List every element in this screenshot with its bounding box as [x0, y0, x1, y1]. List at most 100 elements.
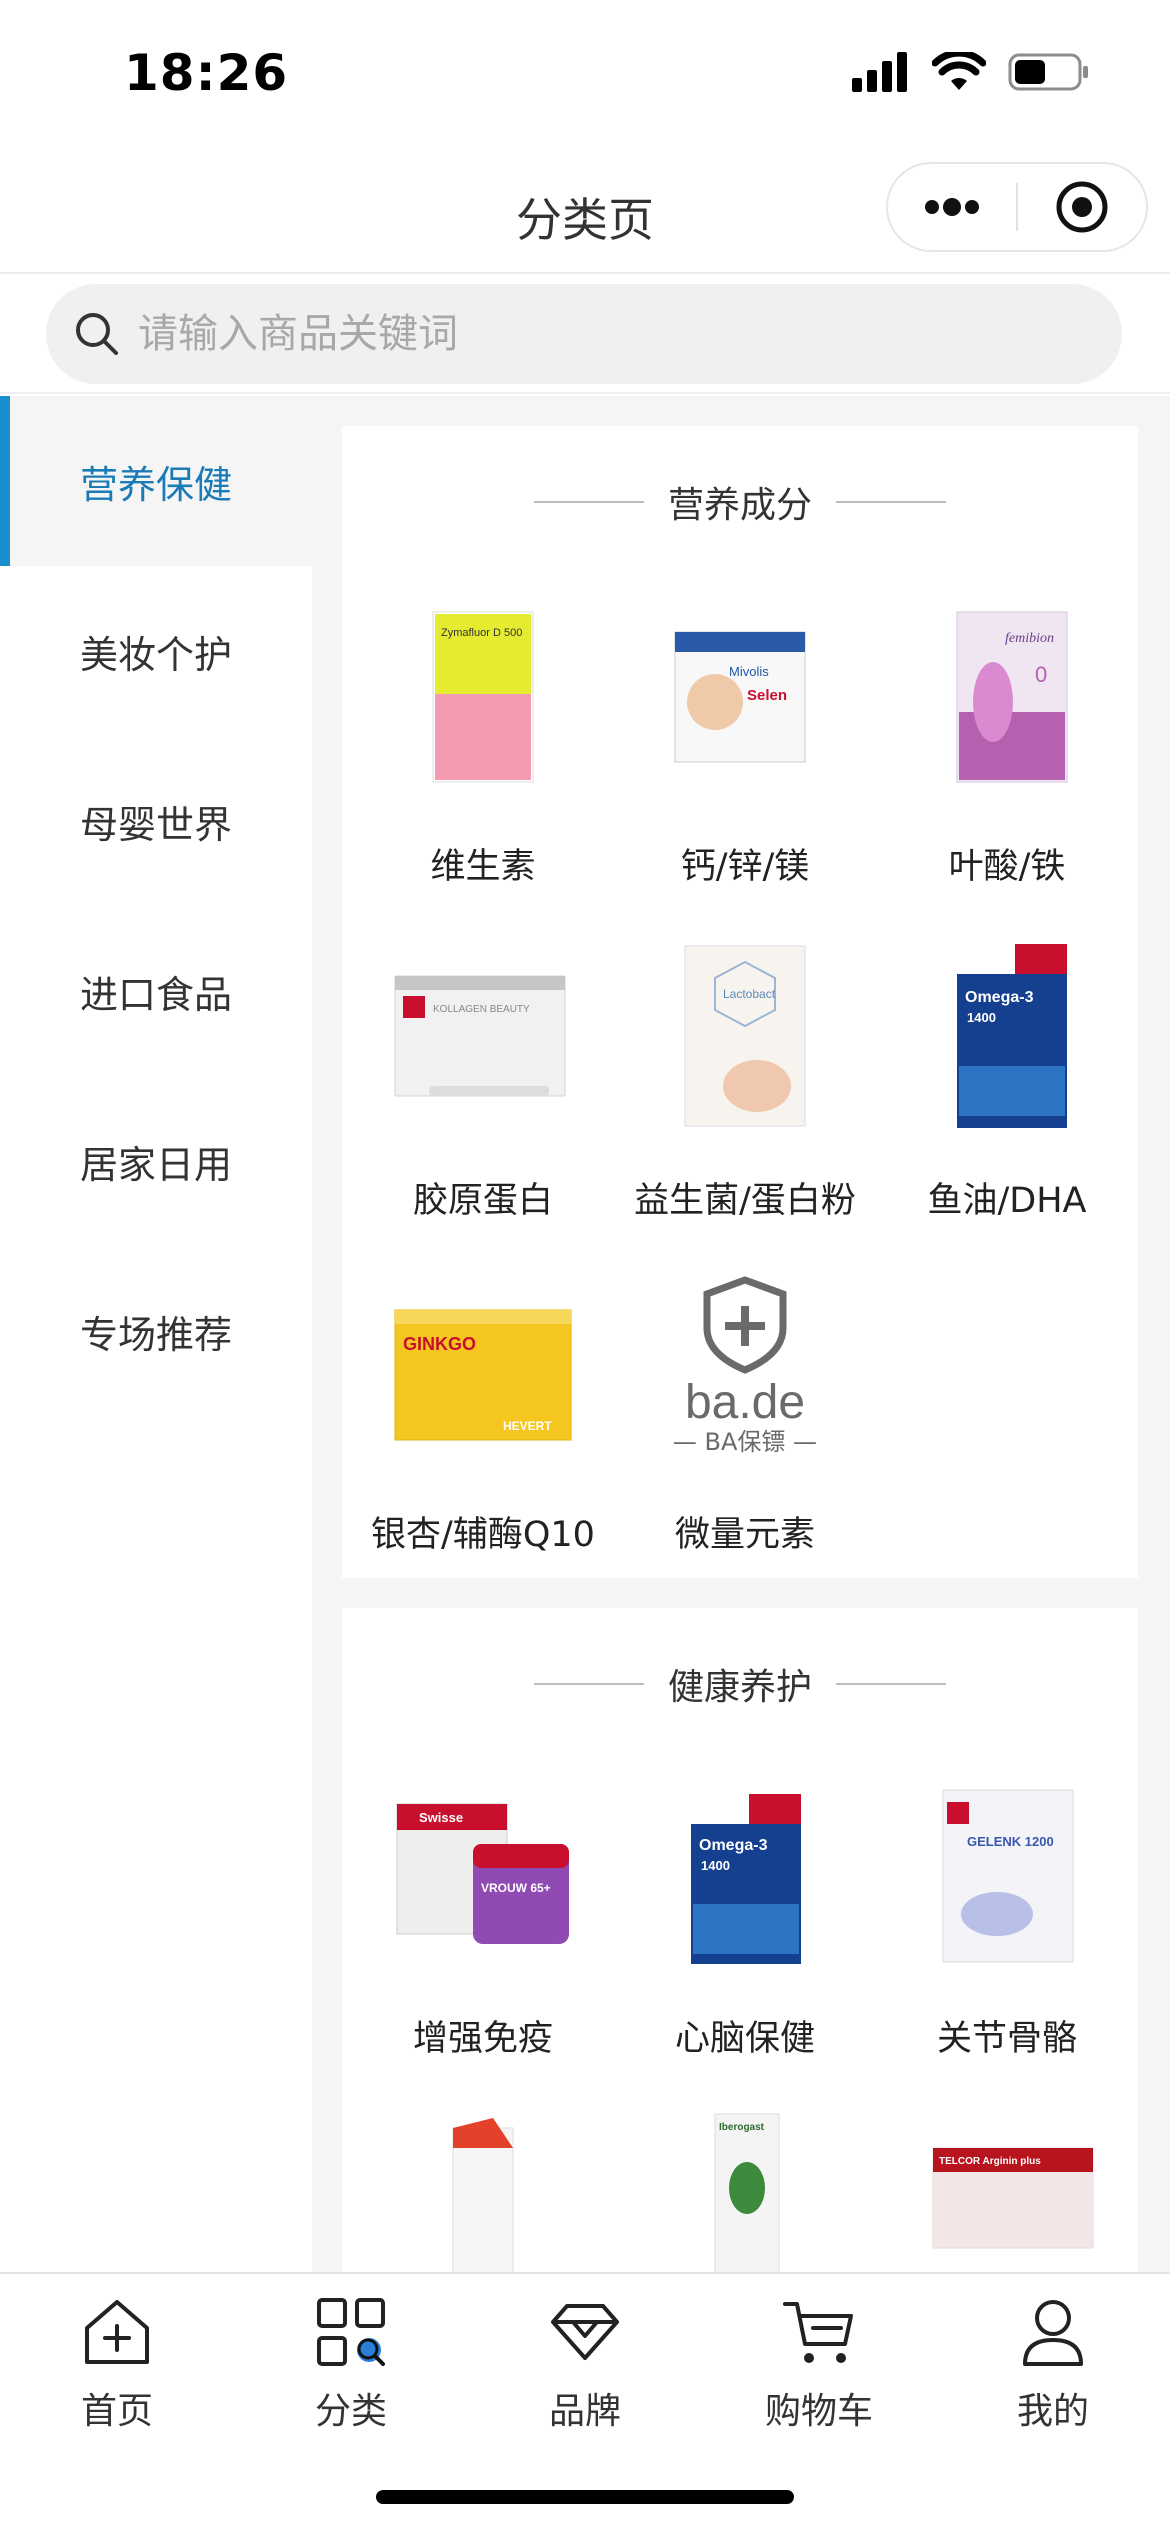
- category-label: 益生菌/蛋白粉: [634, 1181, 856, 1221]
- battery-icon: [1008, 53, 1088, 91]
- category-tile-trace-elements[interactable]: ba.de — BA保镖 — 微量元素: [614, 1270, 876, 1600]
- sidebar-item-beauty[interactable]: 美妆个护: [0, 566, 312, 736]
- product-brand-text: TELCOR Arginin plus: [939, 2156, 1041, 2167]
- sidebar-item-label: 居家日用: [79, 1142, 232, 1187]
- product-image: TELCOR Arginin plus: [932, 2147, 1094, 2249]
- product-brand-text: Omega-3: [699, 1837, 768, 1854]
- product-image: [452, 2118, 514, 2276]
- close-mini-program-button[interactable]: [1018, 164, 1146, 250]
- category-tile-folic-iron[interactable]: femibion 0 叶酸/铁: [876, 602, 1138, 932]
- sidebar-item-imported-food[interactable]: 进口食品: [0, 906, 312, 1076]
- product-sub-text: 1400: [967, 1010, 996, 1025]
- target-close-icon: [1056, 181, 1108, 233]
- logo-subtext: — BA保镖 —: [673, 1428, 817, 1456]
- tab-cart[interactable]: 购物车: [702, 2284, 936, 2454]
- product-brand-text: Swisse: [419, 1810, 463, 1825]
- product-sub-text: 1400: [701, 1858, 730, 1873]
- search-box[interactable]: [46, 284, 1122, 384]
- tab-label: 分类: [314, 2391, 387, 2432]
- joint-product-image: GELENK 1200: [942, 1789, 1074, 1963]
- product-brand-text: KOLLAGEN BEAUTY: [433, 1004, 530, 1015]
- category-sidebar: 营养保健 美妆个护 母婴世界 进口食品 居家日用 专场推荐: [0, 396, 312, 2276]
- search-input[interactable]: [138, 311, 1038, 357]
- product-brand-text: Mivolis: [729, 664, 769, 679]
- wifi-icon: [932, 52, 986, 90]
- mini-program-capsule: [886, 162, 1148, 252]
- product-brand-text: femibion: [1005, 631, 1054, 646]
- product-sub-text: HEVERT: [503, 1419, 552, 1433]
- category-tile-collagen[interactable]: KOLLAGEN BEAUTY 胶原蛋白: [352, 936, 614, 1266]
- tab-category[interactable]: 分类: [234, 2284, 468, 2454]
- tab-label: 品牌: [548, 2391, 621, 2432]
- placeholder-logo-image: ba.de — BA保镖 —: [673, 1276, 817, 1456]
- sidebar-item-label: 营养保健: [79, 462, 232, 507]
- status-time: 18:26: [124, 44, 289, 102]
- product-brand-text: Zymafluor D 500: [441, 627, 522, 639]
- category-tile-ginkgo-q10[interactable]: GINKGO HEVERT 银杏/辅酶Q10: [352, 1270, 614, 1600]
- product-sub-text: VROUW 65+: [481, 1881, 551, 1895]
- cardio-product-image: Omega-3 1400: [691, 1794, 801, 1964]
- category-label: 维生素: [430, 847, 536, 887]
- tab-home[interactable]: 首页: [0, 2284, 234, 2454]
- category-tile-partial-3[interactable]: TELCOR Arginin plus: [876, 2108, 1138, 2276]
- ginkgo-product-image: GINKGO HEVERT: [394, 1309, 572, 1441]
- sidebar-item-special[interactable]: 专场推荐: [0, 1246, 312, 1416]
- status-bar: 18:26: [0, 0, 1170, 150]
- sidebar-item-mother-baby[interactable]: 母婴世界: [0, 736, 312, 906]
- category-label: 胶原蛋白: [412, 1181, 553, 1221]
- category-label: 心脑保健: [674, 2019, 815, 2059]
- category-tile-probiotics[interactable]: Lactobact 益生菌/蛋白粉: [614, 936, 876, 1266]
- category-tile-cardio[interactable]: Omega-3 1400 心脑保健: [614, 1774, 876, 2104]
- product-brand-text: GELENK 1200: [967, 1834, 1054, 1849]
- category-tile-joints[interactable]: GELENK 1200 关节骨骼: [876, 1774, 1138, 2104]
- tab-profile[interactable]: 我的: [936, 2284, 1170, 2454]
- category-tile-immunity[interactable]: Swisse VROUW 65+ 增强免疫: [352, 1774, 614, 2104]
- product-brand-text: Lactobact: [723, 987, 776, 1001]
- category-tile-partial-1[interactable]: [352, 2108, 614, 2276]
- category-label: 微量元素: [674, 1515, 815, 1555]
- cart-icon: [783, 2302, 853, 2363]
- search-icon: [76, 313, 118, 355]
- mineral-product-image: Mivolis Selen: [674, 631, 806, 763]
- sidebar-item-label: 进口食品: [79, 972, 232, 1017]
- category-label: 叶酸/铁: [948, 847, 1066, 887]
- category-label: 钙/锌/镁: [680, 847, 810, 887]
- fish-oil-product-image: Omega-3 1400: [957, 944, 1067, 1128]
- home-icon: [85, 2300, 149, 2364]
- sidebar-item-household[interactable]: 居家日用: [0, 1076, 312, 1246]
- section-title: 营养成分: [667, 485, 812, 526]
- tab-brand[interactable]: 品牌: [468, 2284, 702, 2454]
- category-tile-minerals[interactable]: Mivolis Selen 钙/锌/镁: [614, 602, 876, 932]
- logo-text: ba.de: [685, 1376, 805, 1429]
- category-label: 增强免疫: [412, 2019, 553, 2059]
- immunity-product-image: Swisse VROUW 65+: [396, 1803, 569, 1944]
- divider: [836, 501, 946, 503]
- sidebar-item-nutrition[interactable]: 营养保健: [0, 396, 312, 566]
- category-tile-vitamins[interactable]: Zymafluor D 500 维生素: [352, 602, 614, 932]
- tab-label: 购物车: [764, 2391, 873, 2432]
- section-title: 健康养护: [667, 1667, 812, 1708]
- section-health-care: 健康养护 Swisse VROUW 65+ 增强免疫 Omega-3 1400 …: [342, 1608, 1138, 2276]
- home-indicator: [376, 2490, 794, 2504]
- category-label: 鱼油/DHA: [927, 1181, 1087, 1221]
- divider: [836, 1683, 946, 1685]
- cellular-signal-icon: [852, 52, 907, 92]
- more-dots-icon: [925, 198, 979, 216]
- search-area: [0, 276, 1170, 394]
- more-button[interactable]: [888, 164, 1016, 250]
- section-nutrition: 营养成分 Zymafluor D 500 维生素 Mivolis Selen 钙…: [342, 426, 1138, 1578]
- product-sub-text: Selen: [747, 687, 787, 704]
- product-sub-text: 0: [1035, 662, 1047, 687]
- status-icons: [852, 52, 1090, 92]
- probiotic-product-image: Lactobact: [684, 945, 806, 1127]
- category-label: 关节骨骼: [936, 2019, 1077, 2059]
- product-brand-text: GINKGO: [403, 1334, 476, 1354]
- category-tile-fish-oil[interactable]: Omega-3 1400 鱼油/DHA: [876, 936, 1138, 1266]
- folic-product-image: femibion 0: [956, 611, 1068, 783]
- category-tile-partial-2[interactable]: Iberogast: [614, 2108, 876, 2276]
- user-icon: [1023, 2300, 1083, 2366]
- tab-label: 首页: [80, 2391, 153, 2432]
- sidebar-item-label: 专场推荐: [79, 1312, 232, 1357]
- divider: [533, 501, 644, 503]
- navigation-bar: 分类页: [0, 150, 1170, 274]
